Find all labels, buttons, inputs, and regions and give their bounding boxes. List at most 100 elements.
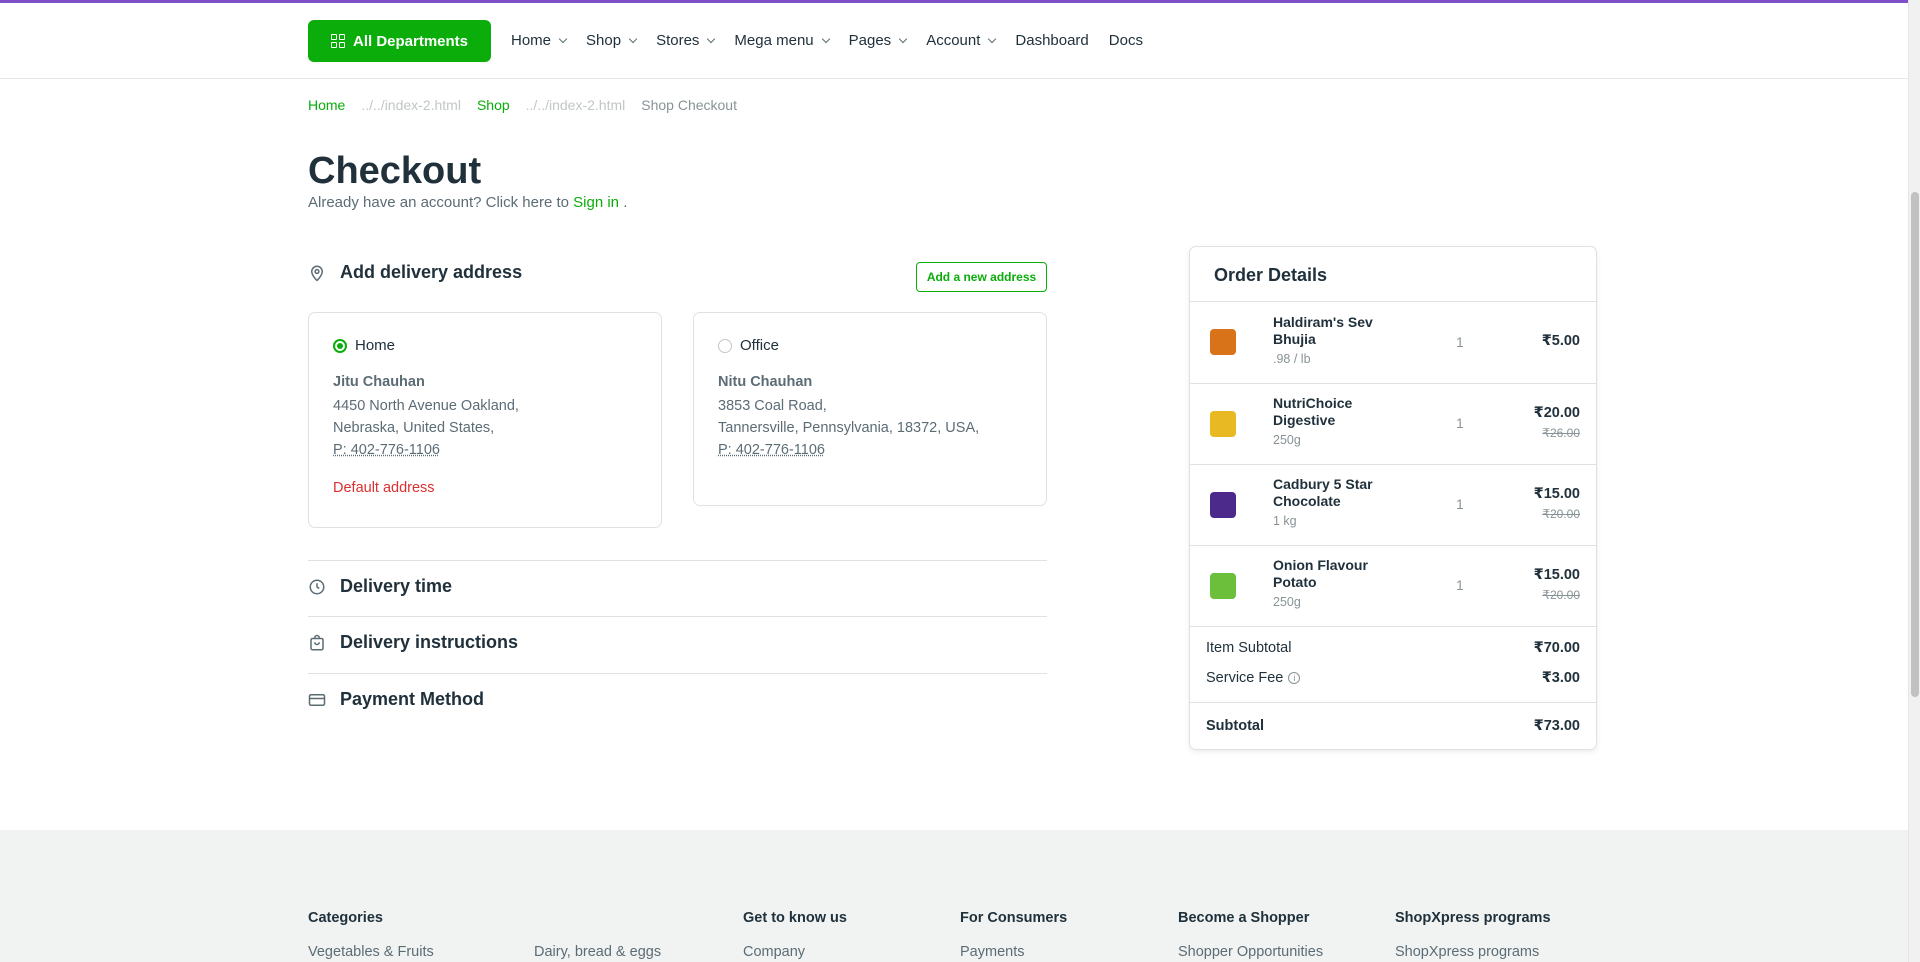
product-qty: 1 (1456, 334, 1464, 350)
product-meta: 250g (1273, 595, 1301, 609)
product-price: ₹15.00 (1533, 486, 1580, 502)
payment-method-section[interactable]: Payment Method (308, 689, 484, 710)
address-radio-home[interactable] (333, 339, 347, 353)
shopping-bag-icon (310, 634, 324, 650)
footer-get-to-know-heading: Get to know us (743, 910, 847, 926)
product-name: Cadbury 5 Star Chocolate (1273, 476, 1373, 509)
product-name: Haldiram's Sev Bhujia (1273, 314, 1373, 347)
navbar: All Departments Home Shop Stores Mega me… (0, 3, 1908, 79)
nav-stores[interactable]: Stores (656, 32, 716, 49)
footer-categories-heading: Categories (308, 910, 383, 926)
footer-link[interactable]: ShopXpress programs (1395, 944, 1539, 960)
service-fee-label: Service Fee i (1206, 670, 1301, 686)
footer-consumers-heading: For Consumers (960, 910, 1068, 926)
product-old-price: ₹20.00 (1542, 588, 1580, 602)
breadcrumb-shop[interactable]: Shop (477, 97, 510, 113)
product-name: NutriChoice Digestive (1273, 395, 1353, 428)
footer-shopper-heading: Become a Shopper (1178, 910, 1310, 926)
nav-mega-menu-label: Mega menu (734, 32, 814, 49)
nav-docs-label: Docs (1108, 32, 1143, 49)
add-new-address-button[interactable]: Add a new address (916, 262, 1047, 292)
order-divider (1190, 626, 1596, 627)
nav-account[interactable]: Account (926, 32, 997, 49)
product-price: ₹15.00 (1533, 567, 1580, 583)
chevron-down-icon (821, 34, 830, 44)
page-title: Checkout (308, 150, 482, 192)
product-name: Onion Flavour Potato (1273, 557, 1368, 590)
nav-pages[interactable]: Pages (848, 32, 908, 49)
service-fee-value: ₹3.00 (1541, 670, 1580, 686)
product-meta: .98 / lb (1273, 352, 1311, 366)
chevron-down-icon (898, 34, 908, 44)
order-divider (1190, 702, 1596, 703)
product-old-price: ₹26.00 (1542, 426, 1580, 440)
main-nav: Home Shop Stores Mega menu Pages Account… (511, 32, 1163, 49)
product-qty: 1 (1456, 415, 1464, 431)
delivery-time-heading: Delivery time (340, 576, 453, 596)
signin-link[interactable]: Sign in (573, 194, 619, 211)
address-radio-office[interactable] (718, 339, 732, 353)
page-scrollbar[interactable] (1908, 0, 1920, 962)
breadcrumb-separator: ../../index-2.html (361, 97, 461, 113)
breadcrumb-home[interactable]: Home (308, 97, 345, 113)
subtotal-text: Subtotal (1206, 718, 1264, 734)
all-departments-button[interactable]: All Departments (308, 20, 491, 62)
address-line2: Tannersville, Pennsylvania, 18372, USA, (718, 420, 980, 436)
footer-link[interactable]: Vegetables & Fruits (308, 944, 434, 960)
delivery-instructions-heading: Delivery instructions (340, 632, 519, 652)
nav-mega-menu[interactable]: Mega menu (734, 32, 830, 49)
product-thumbnail (1210, 411, 1236, 437)
breadcrumb-separator: ../../index-2.html (525, 97, 626, 113)
grid-icon (330, 34, 345, 48)
product-thumbnail (1210, 329, 1236, 355)
footer-link[interactable]: Company (743, 944, 805, 960)
footer-link[interactable]: Shopper Opportunities (1178, 944, 1323, 960)
nav-stores-label: Stores (656, 32, 700, 49)
nav-shop-label: Shop (586, 32, 622, 49)
breadcrumb: Home ../../index-2.html Shop ../../index… (308, 97, 737, 113)
clock-icon (309, 579, 325, 594)
signin-prefix: Already have an account? Click here to (308, 194, 569, 211)
section-divider (308, 673, 1047, 674)
item-subtotal-value: ₹70.00 (1533, 640, 1580, 656)
nav-shop[interactable]: Shop (586, 32, 638, 49)
order-details-card: Order Details Haldiram's Sev Bhujia .98 … (1189, 246, 1597, 750)
product-thumbnail (1210, 492, 1236, 518)
chevron-down-icon (707, 34, 716, 44)
nav-account-label: Account (926, 32, 981, 49)
nav-home-label: Home (511, 32, 552, 49)
info-icon[interactable]: i (1288, 672, 1301, 684)
address-card-home[interactable]: Home Jitu Chauhan 4450 North Avenue Oakl… (308, 312, 662, 528)
product-price: ₹20.00 (1533, 405, 1580, 421)
order-details-title: Order Details (1214, 265, 1328, 285)
address-phone: P: 402-776-1106 (718, 442, 825, 458)
footer-link[interactable]: Payments (960, 944, 1024, 960)
order-item: Haldiram's Sev Bhujia .98 / lb 1 ₹5.00 (1190, 302, 1596, 383)
section-divider (308, 560, 1047, 561)
nav-home[interactable]: Home (511, 32, 568, 49)
delivery-instructions-section[interactable]: Delivery instructions (308, 632, 518, 653)
delivery-time-section[interactable]: Delivery time (308, 576, 452, 597)
address-name: Nitu Chauhan (718, 374, 813, 390)
nav-pages-label: Pages (848, 32, 892, 49)
footer-link[interactable]: Dairy, bread & eggs (534, 944, 661, 960)
footer-programs-heading: ShopXpress programs (1395, 910, 1551, 926)
product-price: ₹5.00 (1541, 333, 1580, 349)
chevron-down-icon (558, 34, 568, 44)
default-address-label: Default address (333, 480, 435, 496)
address-label: Office (740, 337, 779, 354)
scrollbar-thumb[interactable] (1911, 192, 1919, 697)
product-old-price: ₹20.00 (1542, 507, 1580, 521)
product-qty: 1 (1456, 577, 1464, 593)
subtotal-label: Subtotal (1206, 718, 1264, 734)
signin-suffix: . (623, 194, 628, 211)
address-phone: P: 402-776-1106 (333, 442, 440, 458)
address-card-office[interactable]: Office Nitu Chauhan 3853 Coal Road, Tann… (693, 312, 1047, 506)
nav-dashboard-label: Dashboard (1015, 32, 1089, 49)
product-meta: 1 kg (1273, 514, 1297, 528)
nav-dashboard[interactable]: Dashboard (1015, 32, 1088, 49)
signin-prompt: Already have an account? Click here to S… (308, 194, 627, 211)
footer: Categories Vegetables & Fruits Dairy, br… (0, 830, 1908, 962)
address-name: Jitu Chauhan (333, 374, 425, 390)
nav-docs[interactable]: Docs (1109, 32, 1143, 49)
